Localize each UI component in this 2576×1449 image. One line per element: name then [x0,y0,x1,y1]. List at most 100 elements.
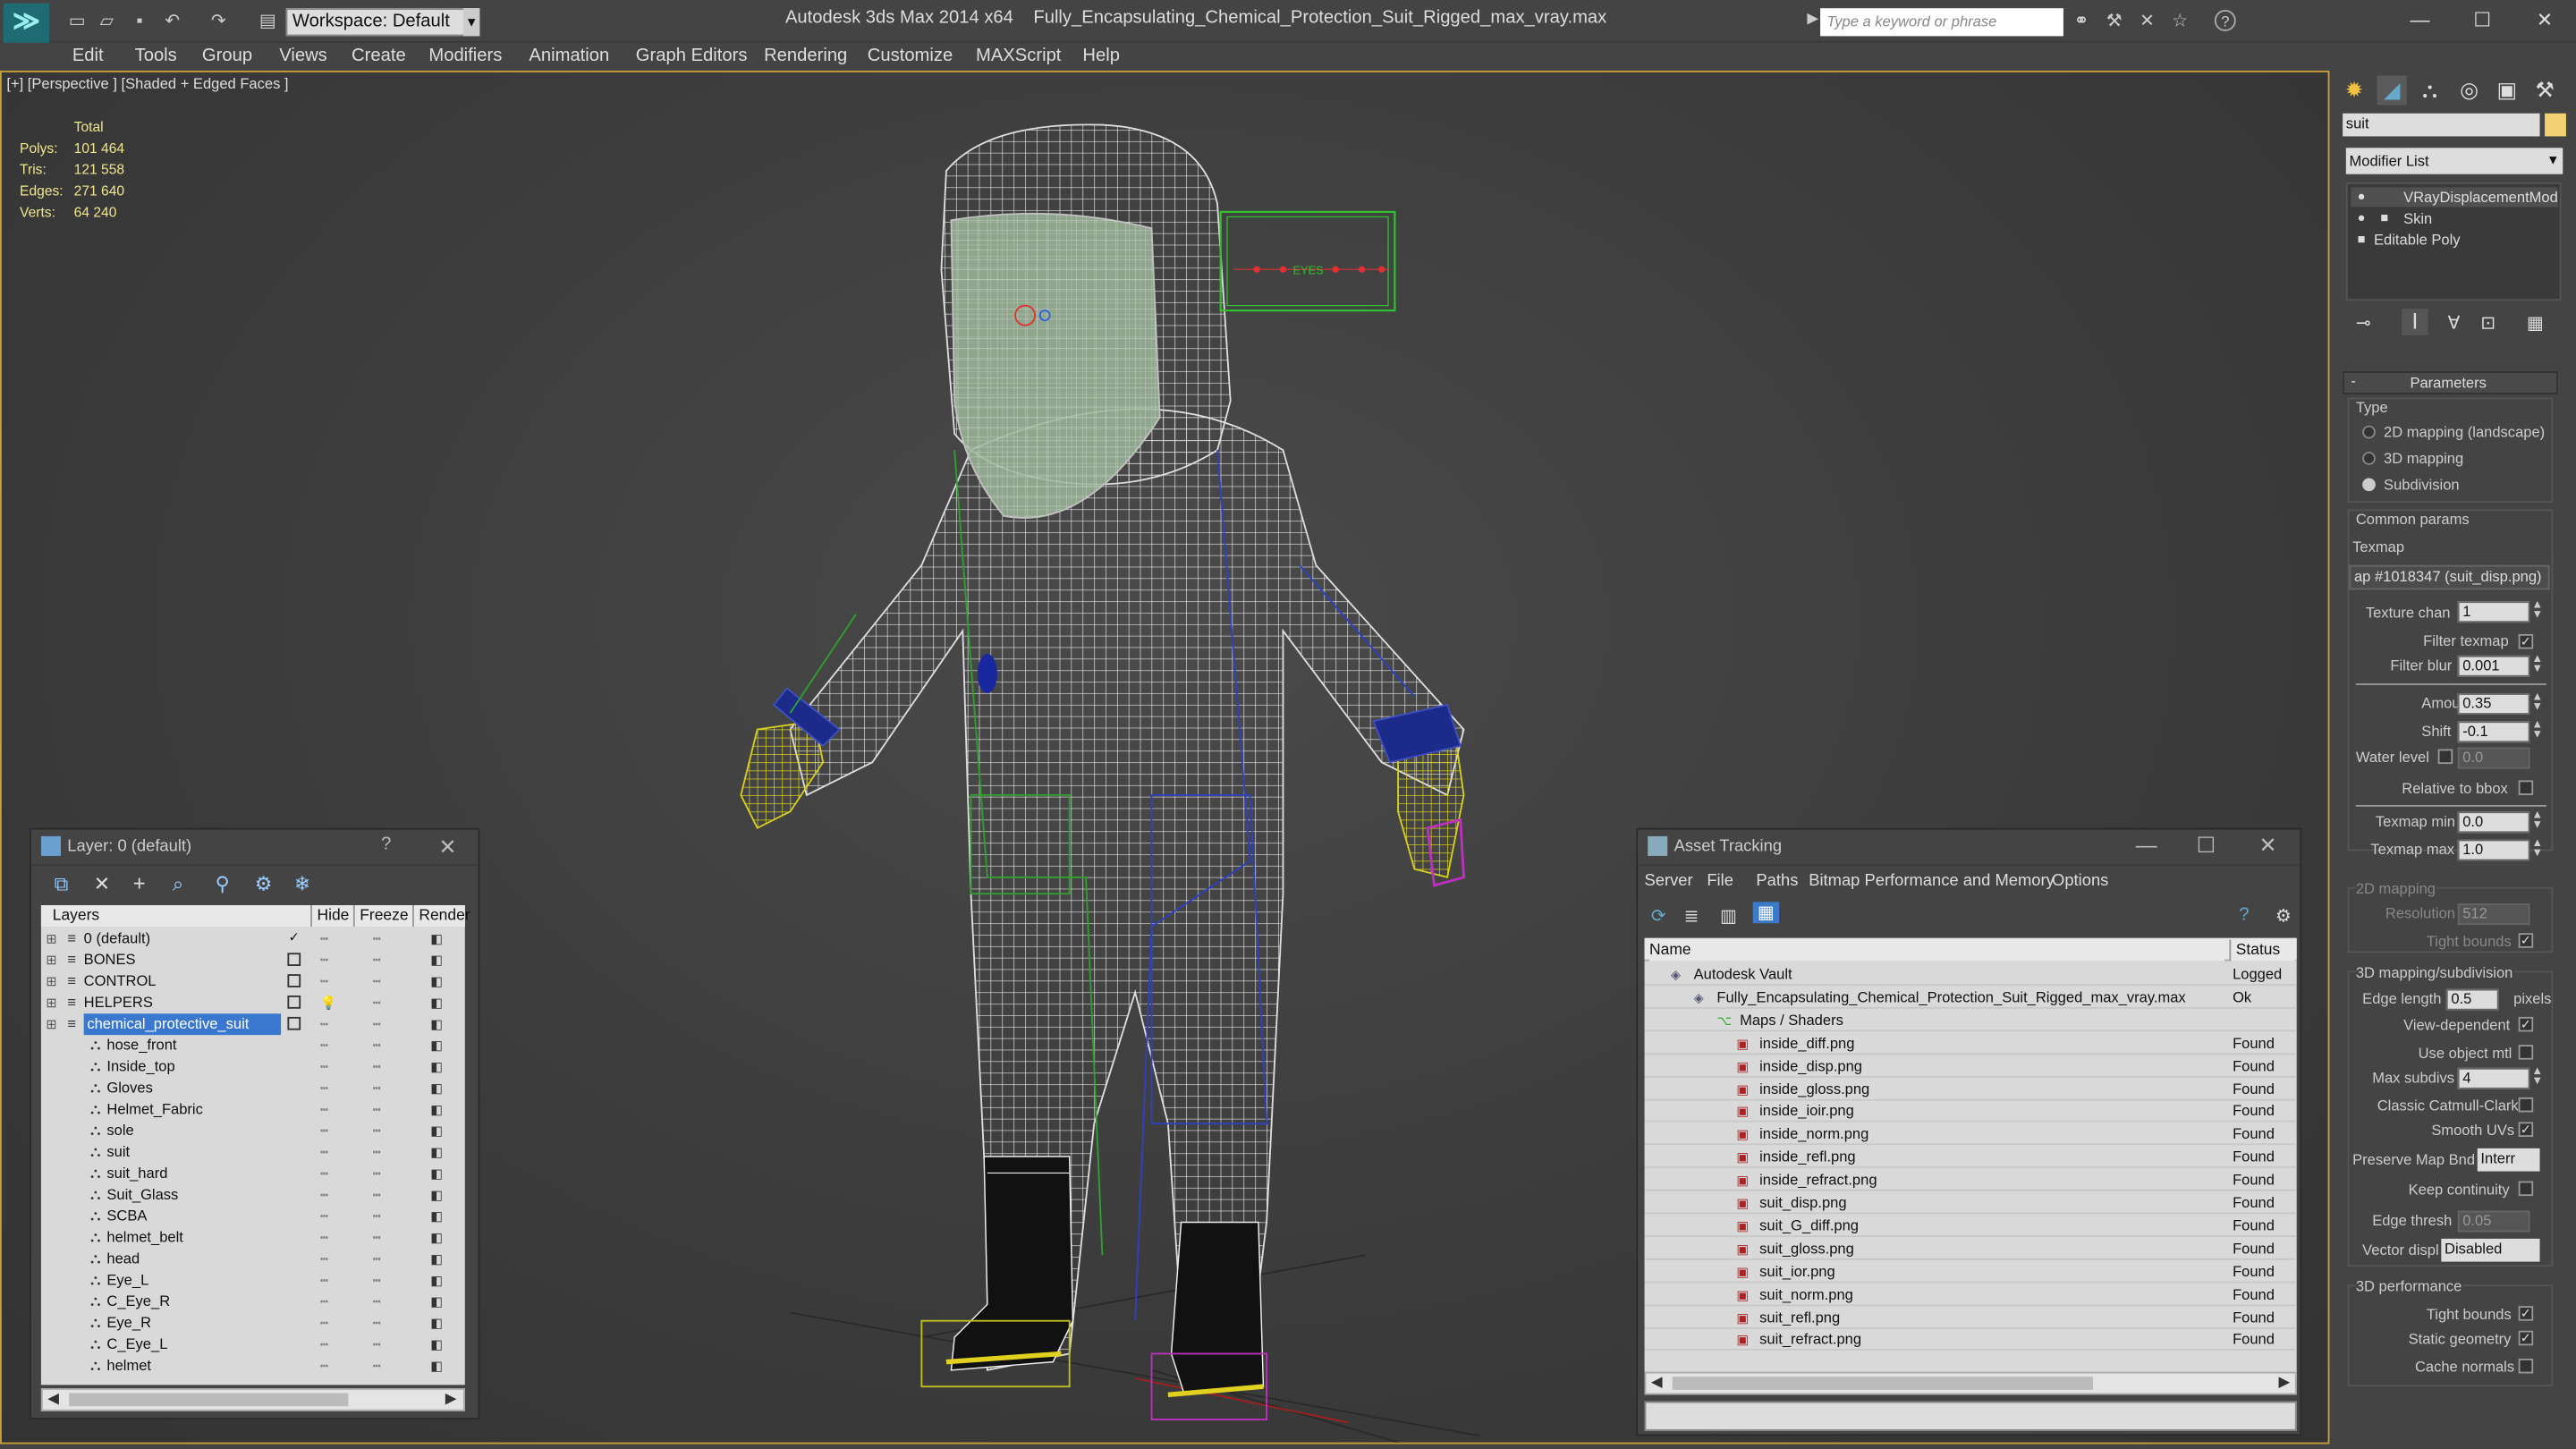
menu-group[interactable]: Group [202,43,252,69]
layer-current-checkbox[interactable] [287,953,301,966]
stack-item[interactable]: ● ■ Skin [2351,208,2557,228]
asset-row[interactable]: ▣ inside_refl.png Found [1644,1147,2297,1169]
hide-toggle-icon[interactable]: ┅ [320,1270,328,1292]
hide-toggle-icon[interactable]: ┅ [320,970,328,992]
refresh-icon[interactable]: ⟳ [1651,905,1666,927]
stack-item[interactable]: ■ Editable Poly [2351,230,2557,250]
layer-row[interactable]: ⛬ Inside_top ┅ ┅ ◧ [41,1056,465,1078]
render-toggle-icon[interactable]: ◧ [430,928,443,950]
hide-toggle-icon[interactable]: ┅ [320,1227,328,1249]
menu-help[interactable]: Help [1082,43,1120,69]
render-toggle-icon[interactable]: ◧ [430,1035,443,1056]
open-file-icon[interactable]: ▱ [96,10,119,33]
freeze-toggle-icon[interactable]: ┅ [373,1313,381,1335]
asset-row[interactable]: ▣ suit_disp.png Found [1644,1192,2297,1215]
freeze-toggle-icon[interactable]: ┅ [373,1035,381,1056]
highlight-layer-icon[interactable]: ⚲ [216,872,230,895]
menu-tools[interactable]: Tools [135,43,177,69]
spinner-arrows-icon[interactable]: ▲ ▼ [2531,1066,2543,1088]
hide-toggle-icon[interactable]: ┅ [320,950,328,971]
freeze-all-icon[interactable]: ❄ [294,872,310,895]
remove-modifier-icon[interactable]: ⊡ [2480,312,2496,334]
modifier-list-dropdown[interactable]: Modifier List ▼ [2345,148,2563,174]
layer-row[interactable]: ⛬ head ┅ ┅ ◧ [41,1249,465,1270]
layer-current-checkbox[interactable] [287,996,301,1009]
hide-toggle-icon[interactable]: ┅ [320,1142,328,1164]
expand-icon[interactable]: ⊞ [46,970,56,992]
create-layer-icon[interactable]: ⧉ [55,872,69,897]
layer-row[interactable]: ⛬ C_Eye_L ┅ ┅ ◧ [41,1334,465,1355]
relative-bbox-checkbox[interactable] [2518,780,2534,795]
layer-row[interactable]: ⊞ ≡ HELPERS 💡 ┅ ◧ [41,992,465,1013]
workspace-dropdown-button[interactable]: ▼ [462,8,480,37]
hide-toggle-icon[interactable]: ┅ [320,1313,328,1335]
layer-row[interactable]: ⊞ ≡ chemical_protective_suit ┅ ┅ ◧ [41,1013,465,1036]
scroll-right-icon[interactable]: ▶ [2279,1373,2291,1391]
freeze-toggle-icon[interactable]: ┅ [373,1292,381,1313]
hide-toggle-icon[interactable]: 💡 [320,992,336,1013]
layer-current-checkbox[interactable] [287,1016,301,1030]
viewport-label[interactable]: [+] [Perspective ] [Shaded + Edged Faces… [6,75,288,91]
show-end-result-icon[interactable]: Ⅰ [2402,309,2428,335]
close-icon[interactable]: ✕ [2258,833,2276,859]
asset-row[interactable]: ▣ suit_ior.png Found [1644,1261,2297,1283]
layer-row[interactable]: ⛬ Eye_L ┅ ┅ ◧ [41,1270,465,1292]
layer-col-hide[interactable]: Hide [310,905,353,927]
hide-toggle-icon[interactable]: ┅ [320,928,328,950]
asset-horizontal-scrollbar[interactable]: ◀ ▶ [1644,1371,2297,1395]
layer-row[interactable]: ⛬ C_Eye_R ┅ ┅ ◧ [41,1292,465,1313]
minimize-button[interactable]: — [2395,5,2445,35]
scroll-left-icon[interactable]: ◀ [47,1390,59,1408]
freeze-toggle-icon[interactable]: ┅ [373,1334,381,1355]
freeze-toggle-icon[interactable]: ┅ [373,1099,381,1121]
texture-chan-spinner[interactable]: 1 [2457,601,2530,623]
layer-row[interactable]: ⊞ ≡ 0 (default) ✓ ┅ ┅ ◧ [41,928,465,950]
help-icon[interactable]: ? [2214,10,2236,31]
hide-toggle-icon[interactable]: ┅ [320,1163,328,1184]
freeze-toggle-icon[interactable]: ┅ [373,928,381,950]
smooth-uvs-checkbox[interactable]: ✓ [2518,1122,2534,1137]
options-icon[interactable]: ⚙ [2275,905,2292,927]
asset-row[interactable]: ▣ suit_norm.png Found [1644,1284,2297,1306]
asset-row[interactable]: ◈ Autodesk Vault Logged [1644,964,2297,987]
asset-row[interactable]: ▣ suit_gloss.png Found [1644,1238,2297,1260]
render-toggle-icon[interactable]: ◧ [430,1249,443,1270]
resolution-spinner[interactable]: 512 [2457,903,2530,926]
menu-modifiers[interactable]: Modifiers [428,43,502,69]
scroll-right-icon[interactable]: ▶ [445,1390,457,1408]
menu-rendering[interactable]: Rendering [764,43,847,69]
layer-list[interactable]: Layers Hide Freeze Render ⊞ ≡ 0 (default) ✓ ┅ ┅ ◧… [40,905,470,1385]
max-subdivs-spinner[interactable]: 4 [2457,1067,2530,1089]
view-dependent-checkbox[interactable]: ✓ [2518,1016,2534,1032]
scroll-left-icon[interactable]: ◀ [1651,1373,1663,1391]
menu-customize[interactable]: Customize [868,43,953,69]
layer-window-title-bar[interactable]: Layer: 0 (default) [30,829,479,866]
type-radio[interactable] [2362,478,2376,492]
asset-row[interactable]: ◈ Fully_Encapsulating_Chemical_Protection… [1644,987,2297,1009]
maximize-icon[interactable]: ☐ [2197,833,2216,859]
layer-col-render[interactable]: Render [412,905,470,927]
layer-current-checkbox[interactable]: ✓ [287,930,301,945]
scroll-thumb[interactable] [1672,1377,2093,1390]
pin-stack-icon[interactable]: ⊸ [2356,312,2371,334]
layer-col-layers[interactable]: Layers [47,905,311,927]
box-icon[interactable]: ■ [2358,230,2366,250]
spinner-arrows-icon[interactable]: ▲ ▼ [2531,599,2543,621]
communication-icon[interactable]: ✕ [2136,10,2159,33]
freeze-toggle-icon[interactable]: ┅ [373,1142,381,1164]
save-icon[interactable]: ▪ [128,10,151,33]
preserve-map-bnd-select[interactable]: Interr [2477,1148,2540,1172]
render-toggle-icon[interactable]: ◧ [430,1013,443,1035]
layer-current-checkbox[interactable] [287,974,301,987]
search-expand-icon[interactable]: ▶ [1807,10,1818,28]
freeze-toggle-icon[interactable]: ┅ [373,950,381,971]
render-toggle-icon[interactable]: ◧ [430,1355,443,1377]
asset-row[interactable]: ▣ inside_ioir.png Found [1644,1101,2297,1123]
lightbulb-icon[interactable]: ● [2358,208,2366,228]
layer-col-freeze[interactable]: Freeze [352,905,413,927]
render-toggle-icon[interactable]: ◧ [430,1142,443,1164]
expand-icon[interactable]: ⊞ [46,1013,56,1035]
render-toggle-icon[interactable]: ◧ [430,1184,443,1206]
layer-row[interactable]: ⛬ helmet ┅ ┅ ◧ [41,1355,465,1377]
menu-views[interactable]: Views [279,43,327,69]
